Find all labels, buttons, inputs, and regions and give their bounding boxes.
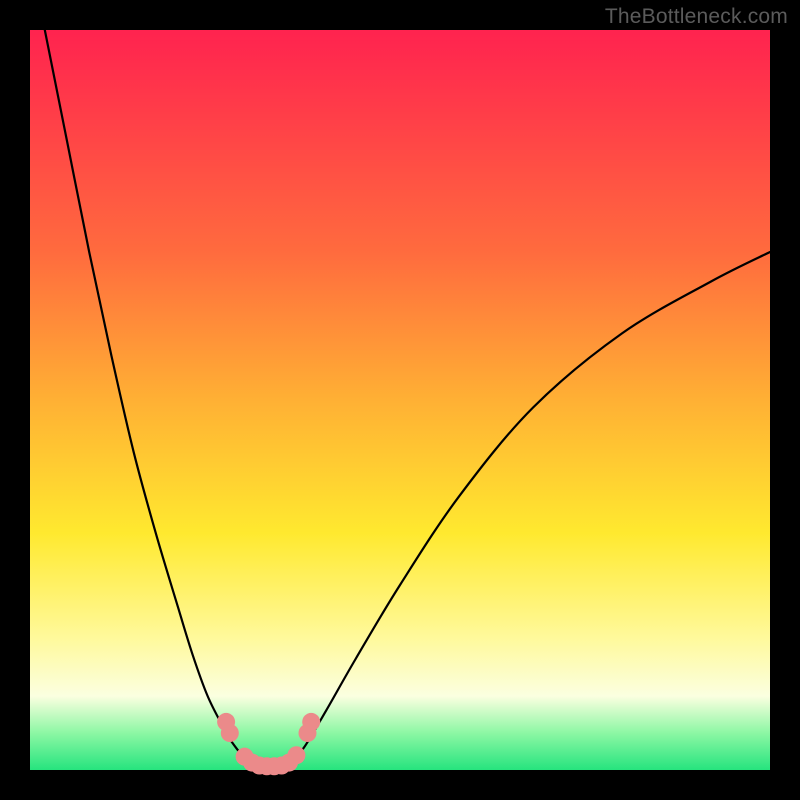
watermark-text: TheBottleneck.com: [605, 5, 788, 29]
curve-right-branch: [289, 252, 770, 764]
plot-area: [30, 30, 770, 770]
marker-dot: [302, 713, 320, 731]
chart-frame: TheBottleneck.com: [0, 0, 800, 800]
marker-dot: [287, 746, 305, 764]
curve-left-branch: [45, 30, 252, 764]
curve-layer: [30, 30, 770, 770]
marker-dot: [221, 724, 239, 742]
